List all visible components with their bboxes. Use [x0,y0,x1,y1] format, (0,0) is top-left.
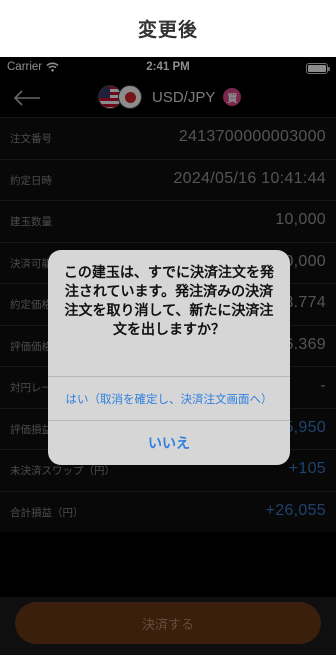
dialog-no-button[interactable]: いいえ [48,420,290,465]
dialog-yes-button[interactable]: はい（取消を確定し、決済注文画面へ） [48,376,290,420]
dialog-message: この建玉は、すでに決済注文を発注されています。発注済みの決済注文を取り消して、新… [63,265,275,338]
confirm-dialog: この建玉は、すでに決済注文を発注されています。発注済みの決済注文を取り消して、新… [48,250,290,465]
phone-screen: Carrier 2:41 PM USD/JPY 買 注文番号 241370000… [0,57,336,655]
screen-caption: 変更後 [137,18,198,41]
